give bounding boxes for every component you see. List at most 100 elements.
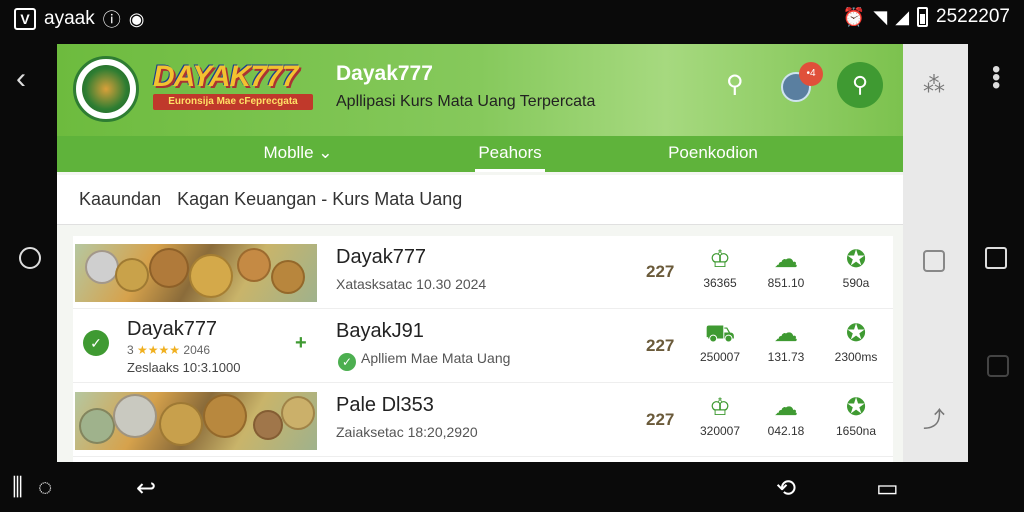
tab-bar: Moblle ⌄ Peahors Poenkodion <box>57 136 903 172</box>
stat-badge[interactable]: ✪ 590a <box>821 244 891 290</box>
promo-title: Dayak777 <box>127 318 218 340</box>
back-icon[interactable]: ↩ <box>136 474 156 503</box>
coin-image <box>149 248 189 288</box>
cellular-icon: ◢ <box>895 6 910 27</box>
status-app-name: ayaak <box>44 8 95 29</box>
cart-icon: ⛟ <box>704 320 736 347</box>
assistant-icon[interactable]: ◌ <box>38 474 52 502</box>
status-bar: V ayaak ⓘ ◉ ⏰ ◥ ◢ 2522207 <box>0 0 1024 38</box>
stat-value: 250007 <box>699 350 741 364</box>
coin-image <box>203 394 247 438</box>
row-rate: 227 <box>646 336 675 355</box>
recents-square-icon[interactable] <box>985 247 1007 269</box>
coin-image <box>115 258 149 292</box>
search-icon: ⚲ <box>851 72 869 97</box>
tab-mobile[interactable]: Moblle ⌄ <box>252 136 344 172</box>
coin-image <box>85 250 119 284</box>
recents-icon[interactable]: ▭ <box>876 474 899 503</box>
breadcrumb-item-home[interactable]: Kaaundan <box>79 189 161 210</box>
stat-value: 131.73 <box>767 350 805 364</box>
left-system-nav: ‹ <box>0 40 56 460</box>
stat-cloud[interactable]: ☁ 851.10 <box>751 244 821 290</box>
stat-rank[interactable]: ♔ 320007 <box>685 392 755 438</box>
star-rating-icon: ★★★★ <box>137 343 181 357</box>
coin-image <box>253 410 283 440</box>
brand-logo-text: DAYAK777 <box>153 60 298 93</box>
row-title: BayakJ91 <box>336 320 424 342</box>
stat-badge[interactable]: ✪ 1650na <box>821 392 891 438</box>
brand-logo-subtext: Euronsija Mae cFeprecgata <box>153 94 313 110</box>
bottom-nav-bar: ⫼ ◌ ↩ ⟲ ▭ <box>0 462 1024 512</box>
stat-cloud[interactable]: ☁ 042.18 <box>751 392 821 438</box>
right-system-nav: • • • <box>968 40 1024 460</box>
app-subtitle: Apllipasi Kurs Mata Uang Terpercata <box>336 93 596 110</box>
more-vert-icon[interactable]: • • • <box>992 58 1000 98</box>
chevron-down-icon: ⌄ <box>318 143 333 162</box>
row-subtitle: Zaiaksetac 18:20,2920 <box>336 424 478 440</box>
rate-list: Dayak777 Xatasksatac 10.30 2024 227 ♔ 36… <box>73 236 893 462</box>
cloud-icon: ☁ <box>774 246 798 273</box>
add-icon[interactable]: + <box>295 332 307 355</box>
checkbox-icon[interactable] <box>923 250 945 272</box>
rotate-icon[interactable]: ⟲ <box>776 474 796 503</box>
message-icon: ◉ <box>128 8 145 29</box>
tab-peahors[interactable]: Peahors <box>475 136 545 172</box>
share-icon[interactable]: ⤴ <box>923 402 945 434</box>
back-arrow-icon[interactable]: ‹ <box>16 62 26 96</box>
signal-v-icon: V <box>14 8 36 30</box>
search-button[interactable]: ⚲ <box>837 62 883 108</box>
coin-image <box>79 408 115 444</box>
stat-rank[interactable]: ♔ 36365 <box>685 244 755 290</box>
app-icon[interactable]: ⫼ <box>12 474 23 502</box>
stat-badge[interactable]: ✪ 2300ms <box>821 318 891 364</box>
stat-value: 320007 <box>699 424 741 438</box>
stat-cart[interactable]: ⛟ 250007 <box>685 318 755 364</box>
notification-badge[interactable]: •4 <box>799 62 823 86</box>
app-window: DAYAK777 Euronsija Mae cFeprecgata Dayak… <box>57 44 968 462</box>
search-icon[interactable]: ⚲ <box>726 70 744 99</box>
row-rate: 227 <box>646 262 675 281</box>
emblem-inner <box>82 65 130 113</box>
coin-image <box>113 394 157 438</box>
coin-image <box>271 260 305 294</box>
stat-value: 2300ms <box>834 350 878 364</box>
status-time: 2522207 <box>936 6 1010 27</box>
check-icon: ✓ <box>338 353 356 371</box>
coin-image <box>189 254 233 298</box>
list-item[interactable]: ✓ Dayak777 3 ★★★★ 2046 Zeslaaks 10:3.100… <box>73 310 893 383</box>
row-subtitle: Xatasksatac 10.30 2024 <box>336 276 487 292</box>
badge-icon: ✪ <box>845 320 867 347</box>
alarm-icon: ⏰ <box>842 6 866 27</box>
coins-thumbnail <box>75 244 317 302</box>
badge-icon: ✪ <box>845 394 867 421</box>
tab-label: Poenkodion <box>668 143 758 162</box>
stat-value: 1650na <box>835 424 877 438</box>
emblem-logo <box>73 56 139 122</box>
brand-logo: DAYAK777 Euronsija Mae cFeprecgata <box>153 60 319 112</box>
badge-icon: ✪ <box>845 246 867 273</box>
app-main: DAYAK777 Euronsija Mae cFeprecgata Dayak… <box>57 44 903 462</box>
overview-icon[interactable] <box>987 355 1009 377</box>
status-left: V ayaak ⓘ ◉ <box>14 6 144 32</box>
rating-count: 2046 <box>183 343 211 357</box>
right-rail: ⁂ ⤴ <box>903 44 968 462</box>
home-circle-icon[interactable] <box>19 247 41 269</box>
loading-icon[interactable]: ⁂ <box>923 72 945 98</box>
coin-image <box>237 248 271 282</box>
stat-cloud[interactable]: ☁ 131.73 <box>751 318 821 364</box>
breadcrumb: Kaaundan Kagan Keuangan - Kurs Mata Uang <box>57 175 903 225</box>
rank-icon: ♔ <box>709 394 731 421</box>
stat-value: 36365 <box>703 276 737 290</box>
stat-value: 042.18 <box>767 424 805 438</box>
row-rate: 227 <box>646 410 675 429</box>
app-badge-icon: ✓ <box>83 330 109 356</box>
breadcrumb-item-current[interactable]: Kagan Keuangan - Kurs Mata Uang <box>177 189 462 210</box>
list-item[interactable]: Pale Dl353 Zaiaksetac 18:20,2920 227 ♔ 3… <box>73 384 893 457</box>
promo-date: Zeslaaks 10:3.1000 <box>127 360 241 375</box>
tab-poenkodion[interactable]: Poenkodion <box>661 136 765 172</box>
rank-icon: ♔ <box>709 246 731 273</box>
tab-label: Moblle <box>263 143 314 162</box>
row-title: Dayak777 <box>336 246 427 268</box>
notification-icon: ⓘ <box>102 10 121 30</box>
list-item[interactable]: Dayak777 Xatasksatac 10.30 2024 227 ♔ 36… <box>73 236 893 309</box>
